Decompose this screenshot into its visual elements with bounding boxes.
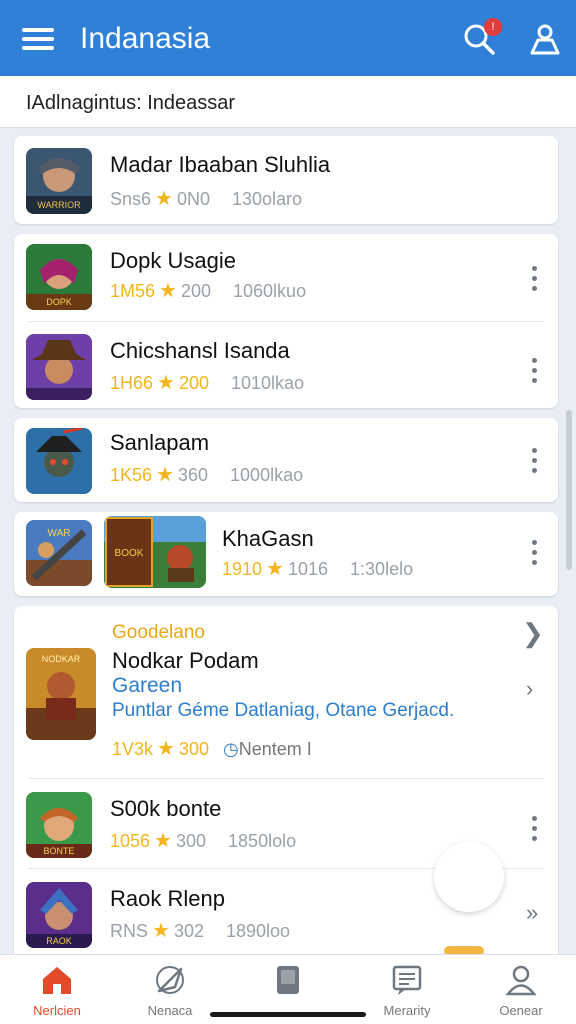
game-title: Madar Ibaaban Sluhlia — [110, 152, 331, 177]
elf-portrait-icon: BONTE — [26, 792, 92, 858]
svg-text:RAOK: RAOK — [46, 936, 72, 946]
game-title: Chicshansl Isanda — [110, 338, 290, 363]
compass-icon — [156, 966, 184, 994]
more-options-icon[interactable] — [522, 814, 546, 844]
game-list[interactable]: WARRIOR Madar Ibaaban Sluhlia Sns6 ★ 0N0 13… — [0, 128, 576, 954]
svg-text:DOPK: DOPK — [46, 297, 72, 307]
nav-item-explore[interactable]: Nenaca — [115, 963, 225, 1019]
svg-text:BONTE: BONTE — [43, 846, 74, 856]
svg-text:BOOK: BOOK — [115, 548, 144, 559]
game-meta: Sns6 ★ 0N0 130olaro — [110, 188, 303, 210]
game-title: KhaGasn — [222, 526, 314, 551]
chevron-right-icon[interactable]: » — [526, 900, 538, 926]
app-bar: Indanasia ! — [0, 0, 576, 76]
profile-icon — [505, 965, 537, 996]
featured-title: Nodkar Podam — [112, 648, 259, 673]
search-bar[interactable]: IAdlnagintus: Indeassar — [0, 76, 576, 128]
game-title: Sanlapam — [110, 430, 210, 455]
nav-item-home[interactable]: Nerlcien — [2, 963, 112, 1019]
knight-portrait-icon: RAOK — [26, 882, 92, 948]
featured-stats: 1V3k ★ 300 ◷Nentem I — [112, 738, 312, 760]
game-card[interactable]: DOPK Dopk Usagie 1M56 ★ 200 1060lkuo Chicsh… — [14, 234, 558, 408]
star-icon: ★ — [154, 830, 172, 852]
more-options-icon[interactable] — [522, 264, 546, 294]
game-meta: 1M56 ★ 200 1060lkuo — [110, 280, 307, 302]
ninja-portrait-icon — [26, 428, 92, 494]
svg-text:WAR: WAR — [48, 528, 71, 539]
divider — [28, 778, 544, 779]
game-title: S00k bonte — [110, 796, 222, 821]
featured-description: Puntlar Géme Datlaniag, Otane Gerjacd. — [112, 700, 455, 721]
game-card[interactable]: WAR BOOK KhaGasn 1910 ★ 1016 1:30lelo — [14, 512, 558, 596]
nav-item-news[interactable]: Merarity — [352, 963, 462, 1019]
star-icon: ★ — [157, 372, 175, 394]
profile-icon[interactable] — [528, 22, 562, 56]
library-icon — [277, 966, 299, 994]
game-title: Dopk Usagie — [110, 248, 236, 273]
home-icon — [43, 967, 71, 994]
chevron-right-icon[interactable]: › — [526, 676, 533, 702]
game-card[interactable]: WARRIOR Madar Ibaaban Sluhlia Sns6 ★ 0N0 13… — [14, 136, 558, 224]
nav-item-profile[interactable]: Oenear — [466, 963, 576, 1019]
star-icon: ★ — [266, 558, 284, 580]
nav-item-library[interactable] — [233, 963, 343, 1019]
floating-action-button[interactable] — [434, 842, 504, 912]
game-meta: RNS ★ 302 1890loo — [110, 920, 291, 942]
home-indicator — [210, 1012, 366, 1017]
clock-icon: ◷ — [223, 739, 239, 759]
featured-tag: Goodelano — [112, 622, 205, 643]
menu-icon[interactable] — [22, 28, 54, 50]
more-options-icon[interactable] — [522, 356, 546, 386]
game-title: Raok Rlenp — [110, 886, 225, 911]
list-item[interactable]: DOPK Dopk Usagie 1M56 ★ 200 1060lkuo — [14, 234, 558, 320]
featured-subtitle: Gareen — [112, 674, 183, 697]
heroine-portrait-icon: DOPK — [26, 244, 92, 310]
battle-scene-icon: WAR — [26, 520, 92, 586]
game-meta: 1910 ★ 1016 1:30lelo — [222, 558, 414, 580]
game-meta: 1H66 ★ 200 1010lkao — [110, 372, 305, 394]
game-poster-icon: BOOK — [104, 516, 206, 588]
scrollbar[interactable] — [566, 410, 572, 570]
cowboy-portrait-icon — [26, 334, 92, 400]
warrior-portrait-icon: WARRIOR — [26, 148, 92, 214]
star-icon: ★ — [157, 738, 175, 760]
star-icon: ★ — [155, 188, 173, 210]
game-card[interactable]: Sanlapam 1K56 ★ 360 1000lkao — [14, 418, 558, 502]
svg-text:NODKAR: NODKAR — [42, 654, 81, 664]
app-title: Indanasia — [80, 22, 211, 55]
game-meta: 1056 ★ 300 1850lolo — [110, 830, 297, 852]
barbarian-poster-icon: NODKAR — [26, 648, 96, 740]
notification-badge: ! — [484, 18, 502, 36]
star-icon: ★ — [156, 464, 174, 486]
star-icon: ★ — [159, 280, 177, 302]
news-icon — [392, 965, 422, 995]
star-icon: ★ — [152, 920, 170, 942]
list-item[interactable]: Chicshansl Isanda 1H66 ★ 200 1010lkao — [14, 322, 558, 408]
game-meta: 1K56 ★ 360 1000lkao — [110, 464, 304, 486]
chevron-right-icon[interactable]: ❯ — [522, 618, 544, 649]
svg-text:WARRIOR: WARRIOR — [37, 200, 81, 210]
more-options-icon[interactable] — [522, 538, 546, 568]
more-options-icon[interactable] — [522, 446, 546, 476]
search-query: IAdlnagintus: Indeassar — [26, 92, 236, 114]
